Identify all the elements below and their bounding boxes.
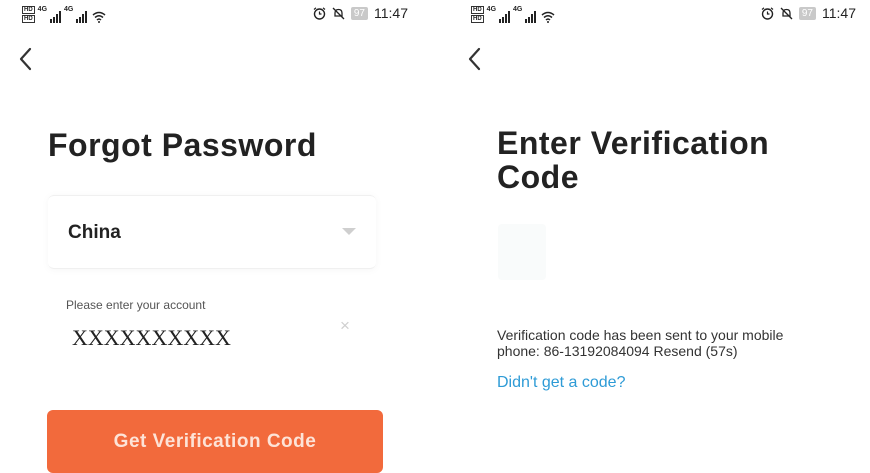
back-arrow-icon[interactable] xyxy=(463,46,487,72)
country-name: China xyxy=(68,222,121,243)
mute-bell-icon xyxy=(780,7,793,19)
get-verification-code-button[interactable]: Get Verification Code xyxy=(47,410,383,473)
hd-top-label: HD xyxy=(22,6,35,14)
verification-sent-message: Verification code has been sent to your … xyxy=(497,327,817,359)
page-title-line-2: Code xyxy=(497,159,579,195)
country-selector[interactable]: China xyxy=(48,195,376,269)
back-arrow-icon[interactable] xyxy=(14,46,38,72)
account-input[interactable] xyxy=(66,322,342,354)
network-type-a: 4G xyxy=(486,6,497,13)
network-type-b: 4G xyxy=(513,6,523,13)
wifi-icon xyxy=(92,11,106,23)
screenshot-pair: HD HD 4G 4G 97 11:47 Forgot Password Chi… xyxy=(0,0,870,473)
mute-bell-icon xyxy=(332,7,345,19)
battery-level: 97 xyxy=(350,6,368,20)
caret-down-icon xyxy=(342,228,356,235)
status-bar: HD HD 4G 4G 97 11:47 xyxy=(0,3,435,25)
clear-input-icon[interactable]: × xyxy=(340,316,356,336)
hd-bottom-label: HD xyxy=(22,15,35,23)
verification-code-input[interactable] xyxy=(498,224,546,280)
message-line-2: phone: 86-13192084094 Resend (57s) xyxy=(497,343,738,359)
status-right-group: 97 11:47 xyxy=(761,5,856,21)
status-bar: HD HD 4G 4G 97 11:47 xyxy=(449,3,870,25)
signal-bars-icon xyxy=(50,11,62,23)
signal-bars-icon xyxy=(525,11,537,23)
hd-top-label: HD xyxy=(471,6,484,14)
signal-group: HD HD 4G 4G xyxy=(22,6,106,23)
forgot-password-screen: HD HD 4G 4G 97 11:47 Forgot Password Chi… xyxy=(0,0,435,473)
hd-indicator: HD HD xyxy=(22,6,35,23)
wifi-icon xyxy=(541,11,555,23)
page-title: Forgot Password xyxy=(48,127,317,163)
hd-bottom-label: HD xyxy=(471,15,484,23)
signal-group: HD HD 4G 4G xyxy=(471,6,555,23)
didnt-get-code-link[interactable]: Didn't get a code? xyxy=(497,374,625,392)
page-title-line-1: Enter Verification xyxy=(497,125,770,161)
alarm-icon xyxy=(761,6,774,20)
enter-verification-screen: HD HD 4G 4G 97 11:47 Enter Verification … xyxy=(449,0,870,473)
signal-bars-icon xyxy=(499,11,511,23)
message-line-1: Verification code has been sent to your … xyxy=(497,327,784,343)
network-type-b: 4G xyxy=(64,6,74,13)
account-field-label: Please enter your account xyxy=(66,298,206,312)
network-type-a: 4G xyxy=(37,6,48,13)
page-title: Enter Verification Code xyxy=(497,126,769,194)
clock: 11:47 xyxy=(822,5,856,21)
alarm-icon xyxy=(313,6,326,20)
status-right-group: 97 11:47 xyxy=(313,5,408,21)
battery-level: 97 xyxy=(798,6,816,20)
signal-bars-icon xyxy=(76,11,88,23)
hd-indicator: HD HD xyxy=(471,6,484,23)
clock: 11:47 xyxy=(374,5,408,21)
